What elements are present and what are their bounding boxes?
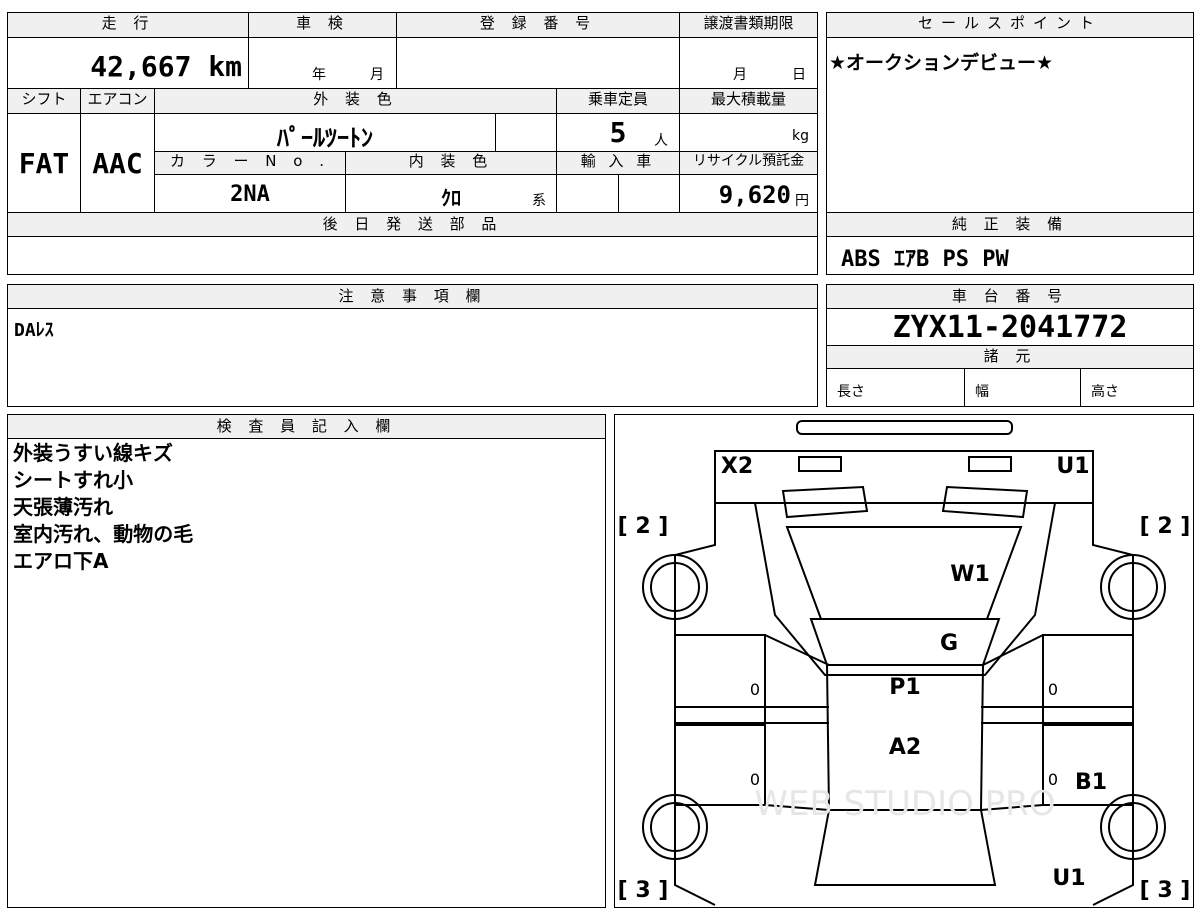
- genuine-equipment-value: ABS ｴｱB PS PW: [826, 236, 1194, 275]
- exterior-color-extra: [495, 113, 557, 152]
- transfer-day-unit: 日: [792, 67, 806, 83]
- damage-mark: P1: [889, 675, 920, 700]
- notes-body: [7, 308, 818, 407]
- color-no-header: カ ラ ー N o .: [154, 151, 346, 175]
- inspector-line: エアロ下A: [13, 549, 109, 573]
- inspector-line: 外装うすい線キズ: [13, 441, 173, 465]
- transfer-month-unit: 月: [733, 67, 747, 83]
- exterior-color-header: 外 装 色: [154, 88, 557, 114]
- damage-mark: G: [940, 631, 958, 656]
- mileage-value: 42,667 km: [7, 37, 249, 89]
- damage-mark: X2: [721, 454, 753, 479]
- import-value-left: [556, 174, 619, 213]
- tire-tread-mark: [ 2 ]: [618, 514, 669, 539]
- notes-header: 注 意 事 項 欄: [7, 284, 818, 309]
- damage-mark: U1: [1052, 866, 1085, 891]
- aircon-header: エアコン: [80, 88, 155, 114]
- watermark: WEB STUDIO PRO: [754, 784, 1055, 824]
- car-diagram: WEB STUDIO PRO X2 U1 W1 G P1 A2 B1 U1 [ …: [614, 414, 1194, 908]
- import-value-right: [618, 174, 680, 213]
- inspection-year-unit: 年: [312, 67, 326, 83]
- mileage-header: 走 行: [7, 12, 249, 38]
- inspector-header: 検 査 員 記 入 欄: [7, 414, 606, 439]
- inspector-notes: 外装うすい線キズ シートすれ小 天張薄汚れ 室内汚れ、動物の毛 エアロ下A: [13, 440, 193, 575]
- car-diagram-svg: WEB STUDIO PRO X2 U1 W1 G P1 A2 B1 U1 [ …: [618, 420, 1191, 906]
- door-zero-mark: 0: [1048, 680, 1058, 699]
- color-no-value: 2NA: [154, 174, 346, 213]
- capacity-unit: 人: [654, 133, 668, 149]
- registration-value: [396, 37, 680, 89]
- interior-color-header: 内 装 色: [345, 151, 557, 175]
- damage-mark: W1: [950, 562, 990, 587]
- inspection-month-unit: 月: [370, 67, 384, 83]
- notes-text: DAﾚｽ: [14, 320, 54, 341]
- damage-mark: A2: [889, 735, 921, 760]
- spec-width: 幅: [964, 368, 1081, 407]
- aircon-value: AAC: [80, 113, 155, 213]
- door-zero-mark: 0: [750, 680, 760, 699]
- max-load-header: 最大積載量: [679, 88, 818, 114]
- genuine-equipment-header: 純 正 装 備: [826, 212, 1194, 237]
- chassis-value: ZYX11-2041772: [826, 308, 1194, 346]
- capacity-header: 乗車定員: [556, 88, 680, 114]
- interior-color-unit: 系: [532, 193, 546, 209]
- interior-color-value: ｸﾛ: [345, 174, 557, 213]
- chassis-header: 車 台 番 号: [826, 284, 1194, 309]
- tire-tread-mark: [ 3 ]: [618, 878, 669, 903]
- spec-height: 高さ: [1080, 368, 1194, 407]
- sales-point-text: ★オークションデビュー★: [829, 52, 1054, 74]
- recycle-fee-header: リサイクル預託金: [679, 151, 818, 175]
- later-parts-header: 後 日 発 送 部 品: [7, 212, 818, 237]
- registration-header: 登 録 番 号: [396, 12, 680, 38]
- inspection-header: 車 検: [248, 12, 397, 38]
- shift-value: FAT: [7, 113, 81, 213]
- import-header: 輸 入 車: [556, 151, 680, 175]
- max-load-unit: kg: [792, 128, 809, 144]
- inspector-line: 天張薄汚れ: [13, 495, 113, 519]
- inspector-line: 室内汚れ、動物の毛: [13, 522, 194, 546]
- door-zero-mark: 0: [750, 770, 760, 789]
- damage-mark: U1: [1056, 454, 1089, 479]
- tire-tread-mark: [ 2 ]: [1140, 514, 1191, 539]
- damage-mark: B1: [1075, 770, 1107, 795]
- inspector-line: シートすれ小: [13, 468, 133, 492]
- shift-header: シフト: [7, 88, 81, 114]
- exterior-color-value: ﾊﾟｰﾙﾂｰﾄﾝ: [154, 113, 496, 152]
- specs-header: 諸 元: [826, 345, 1194, 369]
- door-zero-mark: 0: [1048, 770, 1058, 789]
- transfer-deadline-header: 譲渡書類期限: [679, 12, 818, 38]
- later-parts-value: [7, 236, 818, 275]
- spec-length: 長さ: [826, 368, 965, 407]
- sales-point-header: セールスポイント: [826, 12, 1194, 38]
- tire-tread-mark: [ 3 ]: [1140, 878, 1191, 903]
- recycle-fee-unit: 円: [795, 193, 809, 209]
